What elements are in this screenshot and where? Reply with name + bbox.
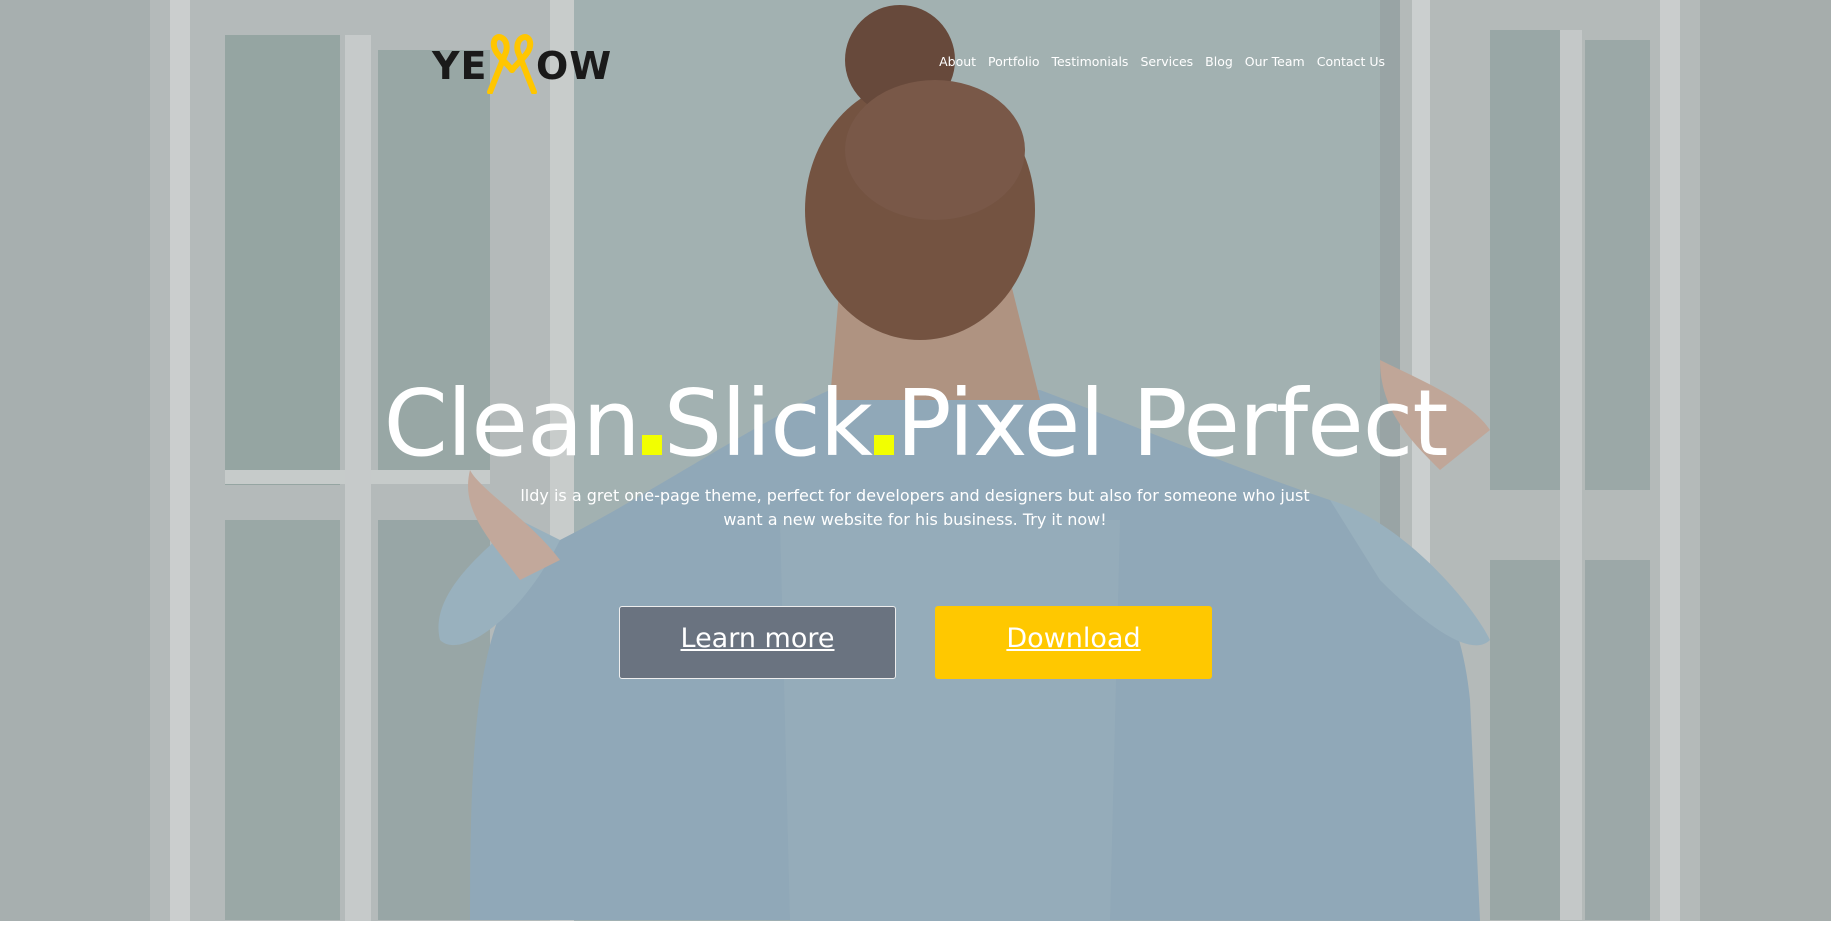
logo-text-right: OW — [536, 44, 613, 88]
headline-part-pixel-perfect: Pixel Perfect — [896, 370, 1448, 477]
main-nav: About Portfolio Testimonials Services Bl… — [939, 52, 1385, 72]
download-button[interactable]: Download — [935, 606, 1212, 679]
headline-part-slick: Slick — [663, 370, 873, 477]
brand-logo[interactable]: YE OW — [432, 30, 611, 94]
nav-item-testimonials[interactable]: Testimonials — [1051, 52, 1128, 72]
logo-text-left: YE — [432, 44, 488, 88]
learn-more-button[interactable]: Learn more — [619, 606, 896, 679]
headline-part-clean: Clean — [383, 370, 641, 477]
nav-item-our-team[interactable]: Our Team — [1245, 52, 1305, 72]
nav-item-blog[interactable]: Blog — [1205, 52, 1233, 72]
nav-item-contact-us[interactable]: Contact Us — [1317, 52, 1385, 72]
hero-headline: Clean Slick Pixel Perfect — [0, 372, 1831, 476]
hero-subtitle: lldy is a gret one-page theme, perfect f… — [520, 486, 1310, 529]
headline-dot — [874, 435, 895, 455]
headline-dot — [641, 435, 662, 455]
page-bottom-edge — [0, 921, 1831, 934]
nav-item-about[interactable]: About — [939, 52, 976, 72]
logo-ribbon-icon — [487, 34, 537, 94]
hero-section: YE OW About Portfolio Testimonials Servi… — [0, 0, 1831, 921]
nav-item-services[interactable]: Services — [1140, 52, 1193, 72]
nav-item-portfolio[interactable]: Portfolio — [988, 52, 1039, 72]
